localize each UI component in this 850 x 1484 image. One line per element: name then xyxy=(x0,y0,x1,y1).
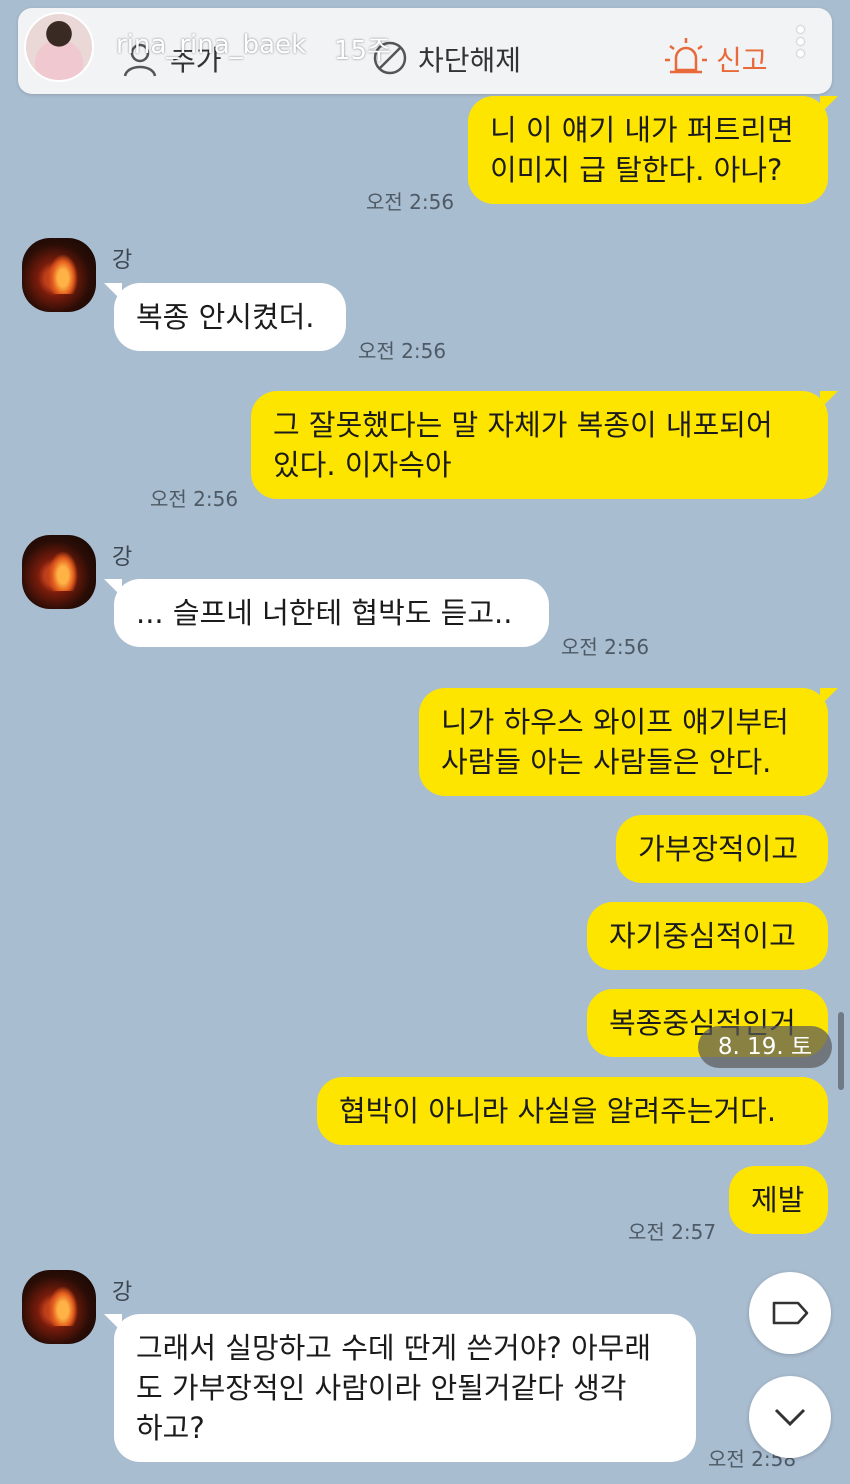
message-bubble-mine: 협박이 아니라 사실을 알려주는거다. xyxy=(317,1077,828,1145)
message-line: 니가 하우스 와이프 얘기부터 xyxy=(441,705,789,739)
message-line: 사람들 아는 사람들은 안다. xyxy=(441,745,772,779)
message-line: 협박이 아니라 사실을 알려주는거다. xyxy=(339,1094,777,1128)
message-bubble-mine: 니가 하우스 와이프 얘기부터 사람들 아는 사람들은 안다. xyxy=(419,688,838,796)
message-bubble-mine: 가부장적이고 xyxy=(616,815,828,883)
message-timestamp: 오전 2:56 xyxy=(561,635,650,659)
sender-name: 강 xyxy=(112,545,133,570)
story-username[interactable]: rina_rina_baek xyxy=(116,30,306,60)
message-bubble-mine: 그 잘못했다는 말 자체가 복종이 내포되어 있다. 이자슥아 xyxy=(251,391,838,499)
tag-icon xyxy=(772,1301,809,1325)
sender-avatar[interactable] xyxy=(22,1270,96,1344)
more-vertical-icon[interactable] xyxy=(790,26,810,66)
message-line: 가부장적이고 xyxy=(638,832,799,866)
message-line: 자기중심적이고 xyxy=(609,919,796,953)
message-line: ... 슬프네 너한테 협박도 듣고.. xyxy=(136,596,513,630)
message-line: 복종 안시켰더. xyxy=(136,300,315,334)
message-line: 니 이 얘기 내가 퍼트리면 xyxy=(490,113,794,147)
message-timestamp: 오전 2:56 xyxy=(150,487,239,511)
message-line: 그 잘못했다는 말 자체가 복종이 내포되어 xyxy=(273,408,773,442)
message-bubble-mine: 니 이 얘기 내가 퍼트리면 이미지 급 탈한다. 아나? xyxy=(468,96,838,204)
message-bubble-other: 복종 안시켰더. xyxy=(104,283,346,351)
sender-name: 강 xyxy=(112,248,133,273)
unblock-button[interactable]: 차단해제 xyxy=(418,39,521,79)
message-line: 있다. 이자슥아 xyxy=(273,448,452,482)
message-line: 그래서 실망하고 수데 딴게 쓴거야? 아무래 xyxy=(136,1331,652,1365)
date-chip: 8. 19. 토 xyxy=(698,1026,832,1068)
message-line: 하고? xyxy=(136,1411,205,1445)
message-bubble-mine: 제발 xyxy=(729,1166,828,1234)
message-timestamp: 오전 2:56 xyxy=(358,339,447,363)
sender-avatar[interactable] xyxy=(22,238,96,312)
message-timestamp: 오전 2:57 xyxy=(628,1220,717,1244)
message-timestamp: 오전 2:56 xyxy=(366,190,455,214)
message-bubble-mine: 자기중심적이고 xyxy=(587,902,828,970)
message-bubble-other: ... 슬프네 너한테 협박도 듣고.. xyxy=(104,579,549,647)
message-bubble-other: 그래서 실망하고 수데 딴게 쓴거야? 아무래 도 가부장적인 사람이라 안될거… xyxy=(104,1314,696,1462)
siren-icon[interactable] xyxy=(664,36,708,76)
message-line: 이미지 급 탈한다. 아나? xyxy=(490,153,783,187)
message-line: 도 가부장적인 사람이라 안될거같다 생각 xyxy=(136,1371,627,1405)
profile-avatar[interactable] xyxy=(24,12,94,82)
scroll-down-button[interactable] xyxy=(749,1376,831,1458)
story-time-ago: 15주 xyxy=(334,36,392,66)
chat-scrollbar[interactable] xyxy=(838,1012,844,1090)
sender-name: 강 xyxy=(112,1280,133,1305)
sender-avatar[interactable] xyxy=(22,535,96,609)
tag-button[interactable] xyxy=(749,1272,831,1354)
report-button[interactable]: 신고 xyxy=(716,39,768,79)
chevron-down-icon xyxy=(774,1408,806,1427)
message-line: 제발 xyxy=(751,1183,805,1217)
